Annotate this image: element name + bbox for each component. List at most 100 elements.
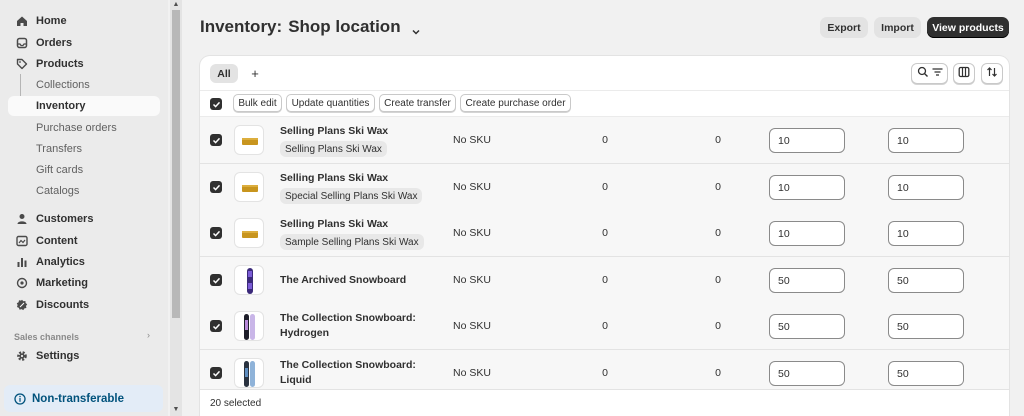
unavailable-cell[interactable]: 0 <box>598 274 612 286</box>
nav-inventory[interactable]: Inventory <box>8 96 160 116</box>
export-button[interactable]: Export <box>820 17 868 38</box>
tab-all[interactable]: All <box>210 64 238 83</box>
columns-button[interactable] <box>953 63 975 84</box>
product-name[interactable]: Selling Plans Ski Wax <box>280 217 430 232</box>
tabs-row: All + <box>200 56 1009 91</box>
product-name[interactable]: Selling Plans Ski Wax <box>280 171 430 186</box>
discount-icon <box>16 299 28 311</box>
row-checkbox[interactable] <box>210 227 222 239</box>
table-row[interactable]: The Collection Snowboard: Hydrogen No SK… <box>200 303 1009 350</box>
nav-content-label: Content <box>36 235 78 247</box>
committed-cell[interactable]: 0 <box>711 181 725 193</box>
on-hand-input[interactable]: 50 <box>888 361 964 386</box>
nav-content[interactable]: Content <box>8 231 160 251</box>
on-hand-input[interactable]: 50 <box>888 268 964 293</box>
non-transferable-banner[interactable]: Non-transferable <box>4 385 163 412</box>
nav-analytics[interactable]: Analytics <box>8 252 160 272</box>
create-transfer-button[interactable]: Create transfer <box>379 94 456 112</box>
nav-marketing[interactable]: Marketing <box>8 273 160 293</box>
sidebar-scrollbar[interactable]: ▲ ▼ <box>170 0 182 416</box>
unavailable-cell[interactable]: 0 <box>598 227 612 239</box>
search-filter-button[interactable] <box>911 63 948 84</box>
nav-settings-label: Settings <box>36 350 80 362</box>
available-input[interactable]: 10 <box>769 175 845 200</box>
nav-transfers[interactable]: Transfers <box>8 139 160 159</box>
row-checkbox[interactable] <box>210 181 222 193</box>
on-hand-input[interactable]: 50 <box>888 314 964 339</box>
nav-discounts[interactable]: Discounts <box>8 295 160 315</box>
nav-home[interactable]: Home <box>8 11 160 31</box>
available-input[interactable]: 50 <box>769 268 845 293</box>
scroll-down-icon[interactable]: ▼ <box>172 406 180 414</box>
sort-icon <box>986 66 998 81</box>
product-thumbnail <box>234 358 264 388</box>
sidebar-divider <box>0 340 168 344</box>
nav-orders-label: Orders <box>36 37 73 49</box>
row-checkbox[interactable] <box>210 320 222 332</box>
product-name[interactable]: The Collection Snowboard: Hydrogen <box>280 311 430 341</box>
bulk-edit-button[interactable]: Bulk edit <box>233 94 282 112</box>
info-icon <box>14 392 26 405</box>
create-purchase-order-button[interactable]: Create purchase order <box>460 94 571 112</box>
variant-badge: Sample Selling Plans Ski Wax <box>280 234 424 250</box>
committed-cell[interactable]: 0 <box>711 227 725 239</box>
nav-customers[interactable]: Customers <box>8 209 160 229</box>
sidebar: Home Orders Products Collections Invento… <box>0 0 168 416</box>
location-selector[interactable]: Shop location <box>288 17 400 37</box>
committed-cell[interactable]: 0 <box>711 367 725 379</box>
search-icon <box>917 66 929 81</box>
committed-cell[interactable]: 0 <box>711 274 725 286</box>
available-input[interactable]: 50 <box>769 361 845 386</box>
nav-settings[interactable]: Settings <box>8 346 160 366</box>
on-hand-input[interactable]: 10 <box>888 175 964 200</box>
committed-cell[interactable]: 0 <box>711 320 725 332</box>
on-hand-input[interactable]: 10 <box>888 221 964 246</box>
row-checkbox[interactable] <box>210 367 222 379</box>
nav-orders[interactable]: Orders <box>8 33 160 53</box>
gear-icon <box>16 350 28 362</box>
bulk-actions-row: Bulk edit Update quantities Create trans… <box>200 91 1009 117</box>
nav-purchase-orders[interactable]: Purchase orders <box>8 118 160 138</box>
chevron-down-icon[interactable] <box>411 22 421 35</box>
unavailable-cell[interactable]: 0 <box>598 367 612 379</box>
product-name[interactable]: The Archived Snowboard <box>280 273 430 288</box>
scroll-up-icon[interactable]: ▲ <box>172 1 180 9</box>
import-button[interactable]: Import <box>874 17 921 38</box>
unavailable-cell[interactable]: 0 <box>598 320 612 332</box>
committed-cell[interactable]: 0 <box>711 134 725 146</box>
row-checkbox[interactable] <box>210 274 222 286</box>
analytics-icon <box>16 256 28 268</box>
nav-products[interactable]: Products <box>8 54 160 74</box>
scroll-thumb[interactable] <box>172 10 180 318</box>
sku-cell: No SKU <box>453 274 491 286</box>
table-row[interactable]: The Archived Snowboard No SKU 0 0 50 50 <box>200 257 1009 304</box>
on-hand-input[interactable]: 10 <box>888 128 964 153</box>
chevron-right-icon[interactable]: › <box>147 330 150 339</box>
available-input[interactable]: 10 <box>769 128 845 153</box>
update-quantities-button[interactable]: Update quantities <box>286 94 375 112</box>
sort-button[interactable] <box>981 63 1003 84</box>
view-products-button[interactable]: View products <box>927 17 1009 38</box>
select-all-checkbox[interactable] <box>210 98 222 110</box>
variant-badge: Special Selling Plans Ski Wax <box>280 188 423 204</box>
table-row[interactable]: Selling Plans Ski Wax Selling Plans Ski … <box>200 117 1009 164</box>
content-icon <box>16 235 28 247</box>
table-row[interactable]: Selling Plans Ski Wax Special Selling Pl… <box>200 164 1009 211</box>
available-input[interactable]: 10 <box>769 221 845 246</box>
nav-gift-cards[interactable]: Gift cards <box>8 160 160 180</box>
table-row[interactable]: Selling Plans Ski Wax Sample Selling Pla… <box>200 210 1009 257</box>
available-input[interactable]: 50 <box>769 314 845 339</box>
unavailable-cell[interactable]: 0 <box>598 134 612 146</box>
sales-channels-heading[interactable]: Sales channels <box>14 332 154 340</box>
columns-icon <box>958 66 970 81</box>
product-name[interactable]: Selling Plans Ski Wax <box>280 124 430 139</box>
selection-footer: 20 selected <box>200 389 1009 416</box>
row-checkbox[interactable] <box>210 134 222 146</box>
product-name[interactable]: The Collection Snowboard: Liquid <box>280 358 430 388</box>
add-view-button[interactable]: + <box>248 64 262 83</box>
selected-count: 20 selected <box>210 397 262 409</box>
nav-collections[interactable]: Collections <box>8 75 160 95</box>
nav-catalogs[interactable]: Catalogs <box>8 181 160 201</box>
page-title-text: Inventory: <box>200 17 283 36</box>
unavailable-cell[interactable]: 0 <box>598 181 612 193</box>
